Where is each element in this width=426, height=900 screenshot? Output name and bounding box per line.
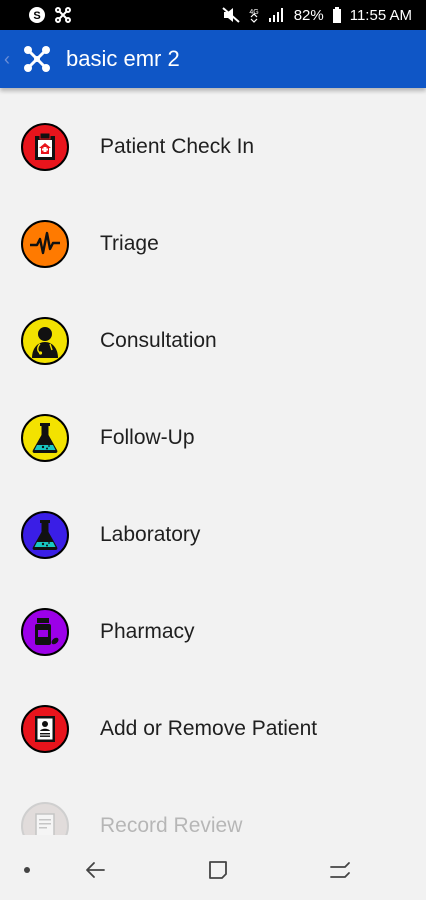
status-bar-right: 4G 82% 11:55 AM: [222, 6, 412, 24]
menu-item-label: Record Review: [100, 813, 243, 836]
menu-item-laboratory[interactable]: Laboratory: [0, 486, 426, 583]
flask-icon: [21, 413, 69, 462]
mute-icon: [222, 7, 240, 23]
medicine-bottle-icon: [21, 607, 69, 656]
menu-item-follow-up[interactable]: Follow-Up: [0, 389, 426, 486]
menu-item-label: Consultation: [100, 328, 217, 352]
recent-apps-icon[interactable]: [328, 858, 352, 882]
menu-item-label: Triage: [100, 231, 159, 255]
nav-dot-icon[interactable]: [24, 867, 30, 873]
menu-item-patient-check-in[interactable]: Patient Check In: [0, 98, 426, 195]
system-nav-bar: [0, 840, 426, 900]
record-icon: [21, 801, 69, 835]
menu-item-label: Add or Remove Patient: [100, 716, 318, 740]
id-card-icon: [21, 704, 69, 753]
flask-icon: [21, 510, 69, 559]
menu-item-add-or-remove-patient[interactable]: Add or Remove Patient: [0, 680, 426, 777]
menu-item-pharmacy[interactable]: Pharmacy: [0, 583, 426, 680]
back-arrow-icon[interactable]: [84, 858, 108, 882]
menu-item-label: Patient Check In: [100, 134, 255, 158]
home-square-icon[interactable]: [206, 858, 230, 882]
menu-item-label: Pharmacy: [100, 619, 195, 643]
svg-text:4G: 4G: [249, 9, 258, 16]
menu-item-consultation[interactable]: Consultation: [0, 292, 426, 389]
app-logo-icon: [24, 46, 50, 72]
battery-percent: 82%: [293, 6, 324, 24]
app-notification-icon: [55, 7, 71, 23]
status-bar: S 4G 82% 11:55 AM: [0, 0, 426, 30]
clipboard-icon: [21, 122, 69, 171]
signal-icon: [268, 8, 283, 22]
skype-icon: S: [29, 7, 45, 23]
back-chevron-icon[interactable]: ‹: [0, 49, 20, 70]
menu-item-label: Follow-Up: [100, 425, 195, 449]
doctor-icon: [21, 316, 69, 365]
menu-item-triage[interactable]: Triage: [0, 195, 426, 292]
data-4g-icon: 4G: [249, 9, 258, 23]
menu-item-record-review[interactable]: Record Review: [0, 777, 426, 835]
battery-icon: [332, 7, 341, 23]
svg-text:S: S: [33, 10, 40, 22]
menu-item-label: Laboratory: [100, 522, 201, 546]
heartbeat-icon: [21, 219, 69, 268]
module-menu: Patient Check In Triage Consultation Fol…: [0, 88, 426, 835]
app-bar: ‹ basic emr 2: [0, 30, 426, 88]
status-time: 11:55 AM: [349, 6, 412, 24]
status-bar-left: S: [28, 6, 72, 24]
app-title: basic emr 2: [66, 46, 180, 71]
